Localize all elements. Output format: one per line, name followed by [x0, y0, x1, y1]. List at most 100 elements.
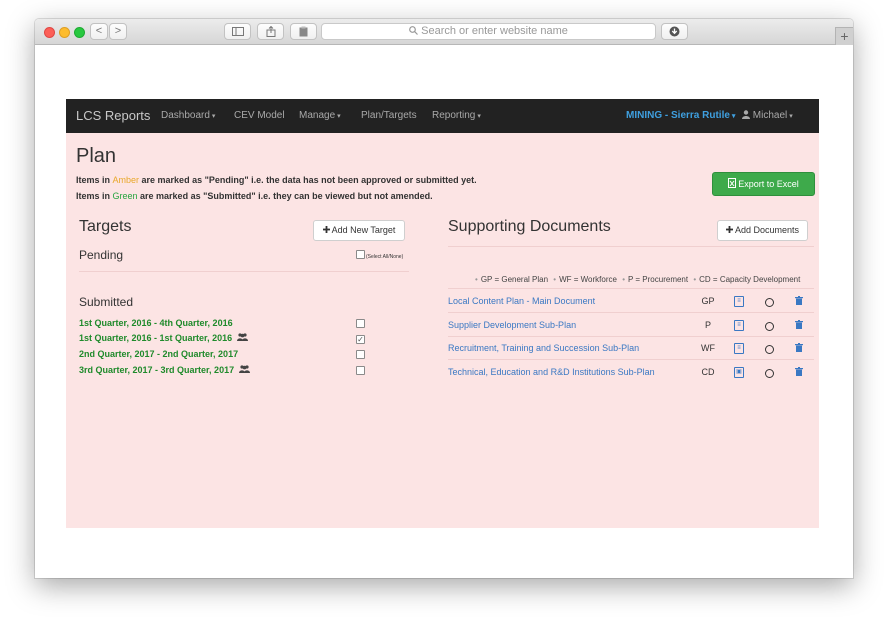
documents-divider	[448, 246, 814, 247]
user-dropdown[interactable]: Michael ▾	[742, 110, 793, 121]
zoom-window-button[interactable]	[74, 27, 85, 38]
amber-note-prefix: Items in	[76, 175, 113, 185]
share-button[interactable]	[257, 23, 284, 40]
browser-toolbar: < > Search or enter website name +	[35, 19, 853, 45]
document-link[interactable]: Technical, Education and R&D Institution…	[448, 367, 655, 377]
bullet-icon: •	[475, 275, 478, 284]
sidebar-icon	[231, 27, 244, 36]
green-word: Green	[112, 191, 138, 201]
nav-manage-label: Manage	[299, 110, 336, 121]
pending-divider	[79, 271, 409, 272]
brand-link[interactable]: LCS Reports	[76, 108, 150, 123]
share-icon	[266, 25, 275, 37]
legend-item: WF = Workforce	[559, 275, 617, 284]
forward-button[interactable]: >	[109, 23, 127, 40]
url-bar[interactable]: Search or enter website name	[321, 23, 656, 40]
back-button[interactable]: <	[90, 23, 108, 40]
app-content: LCS Reports Dashboard ▾ CEV Model Manage ▾…	[66, 99, 819, 528]
target-label: 3rd Quarter, 2017 - 3rd Quarter, 2017	[79, 365, 235, 375]
downloads-button[interactable]	[661, 23, 688, 40]
add-new-target-button[interactable]: Add New Target	[313, 220, 405, 241]
nav-reporting[interactable]: Reporting ▾	[432, 110, 481, 121]
document-code: P	[704, 320, 711, 330]
target-label: 1st Quarter, 2016 - 4th Quarter, 2016	[79, 318, 233, 328]
users-icon	[236, 333, 248, 341]
users-icon	[238, 365, 250, 373]
target-checkbox[interactable]	[356, 319, 365, 328]
add-documents-label: Add Documents	[734, 225, 800, 235]
select-all-label: (Select All/None)	[366, 254, 404, 260]
select-all-checkbox[interactable]	[356, 250, 365, 259]
history-icon[interactable]	[765, 298, 774, 307]
nav-cev-model[interactable]: CEV Model	[234, 110, 285, 121]
bullet-icon: •	[622, 275, 625, 284]
target-checkbox[interactable]: ✓	[356, 335, 365, 344]
file-icon[interactable]: ≡	[734, 343, 744, 354]
reading-list-button[interactable]	[290, 23, 317, 40]
legend-item: P = Procurement	[628, 275, 689, 284]
minimize-window-button[interactable]	[59, 27, 70, 38]
target-checkbox[interactable]	[356, 350, 365, 359]
document-link[interactable]: Recruitment, Training and Succession Sub…	[448, 343, 639, 353]
caret-down-icon: ▾	[789, 113, 793, 120]
excel-file-icon	[728, 178, 737, 188]
row-divider	[448, 336, 814, 337]
plus-icon	[322, 226, 330, 233]
user-icon	[742, 110, 750, 119]
close-window-button[interactable]	[44, 27, 55, 38]
trash-icon[interactable]	[795, 343, 803, 354]
organization-dropdown[interactable]: MINING - Sierra Rutile ▾	[626, 110, 735, 121]
row-divider	[448, 359, 814, 360]
history-icon[interactable]	[765, 345, 774, 354]
document-code: GP	[701, 296, 715, 306]
plus-icon	[725, 226, 733, 233]
sidebar-button[interactable]	[224, 23, 251, 40]
nav-dashboard-label: Dashboard	[161, 110, 210, 121]
document-code-legend: • GP = General Plan • WF = Workforce • P = …	[472, 275, 800, 284]
target-link[interactable]: 3rd Quarter, 2017 - 3rd Quarter, 2017	[79, 365, 250, 375]
caret-down-icon: ▾	[211, 113, 216, 120]
file-icon[interactable]: ≡	[734, 296, 744, 307]
new-tab-button[interactable]: +	[835, 27, 853, 45]
organization-label: MINING - Sierra Rutile	[626, 110, 730, 121]
nav-dashboard[interactable]: Dashboard ▾	[161, 110, 215, 121]
pending-heading: Pending	[79, 248, 124, 262]
target-link[interactable]: 2nd Quarter, 2017 - 2nd Quarter, 2017	[79, 349, 238, 359]
nav-manage[interactable]: Manage ▾	[299, 110, 341, 121]
file-icon[interactable]: ≡	[734, 320, 744, 331]
green-note-prefix: Items in	[76, 191, 113, 201]
legend-item: CD = Capacity Development	[699, 275, 801, 284]
trash-icon[interactable]	[795, 320, 803, 331]
targets-title: Targets	[79, 218, 132, 235]
download-icon	[669, 26, 680, 37]
trash-icon[interactable]	[795, 296, 803, 307]
add-new-target-label: Add New Target	[331, 225, 396, 235]
nav-reporting-label: Reporting	[432, 110, 476, 121]
target-link[interactable]: 1st Quarter, 2016 - 4th Quarter, 2016	[79, 318, 233, 328]
history-icon[interactable]	[765, 322, 774, 331]
document-link[interactable]: Local Content Plan - Main Document	[448, 296, 595, 306]
target-label: 1st Quarter, 2016 - 1st Quarter, 2016	[79, 333, 233, 343]
nav-plan-targets[interactable]: Plan/Targets	[361, 110, 417, 121]
page-title: Plan	[76, 145, 117, 167]
target-link[interactable]: 1st Quarter, 2016 - 1st Quarter, 2016	[79, 333, 248, 343]
document-link[interactable]: Supplier Development Sub-Plan	[448, 320, 576, 330]
export-to-excel-button[interactable]: Export to Excel	[712, 172, 815, 196]
legend-item: GP = General Plan	[480, 275, 549, 284]
add-documents-button[interactable]: Add Documents	[717, 220, 808, 241]
history-icon[interactable]	[765, 369, 774, 378]
chevron-right-icon: >	[114, 25, 122, 37]
export-label: Export to Excel	[738, 179, 799, 189]
bullet-icon: •	[693, 275, 697, 284]
top-navbar: LCS Reports Dashboard ▾ CEV Model Manage ▾…	[66, 99, 819, 133]
caret-down-icon: ▾	[731, 113, 736, 120]
row-divider	[448, 312, 814, 313]
trash-icon[interactable]	[795, 367, 803, 378]
row-divider	[448, 288, 814, 289]
image-file-icon[interactable]: ▣	[734, 367, 744, 378]
clipboard-icon	[299, 26, 308, 37]
target-label: 2nd Quarter, 2017 - 2nd Quarter, 2017	[79, 349, 239, 359]
document-code: WF	[701, 343, 715, 353]
target-checkbox[interactable]	[356, 366, 365, 375]
caret-down-icon: ▾	[337, 113, 341, 120]
